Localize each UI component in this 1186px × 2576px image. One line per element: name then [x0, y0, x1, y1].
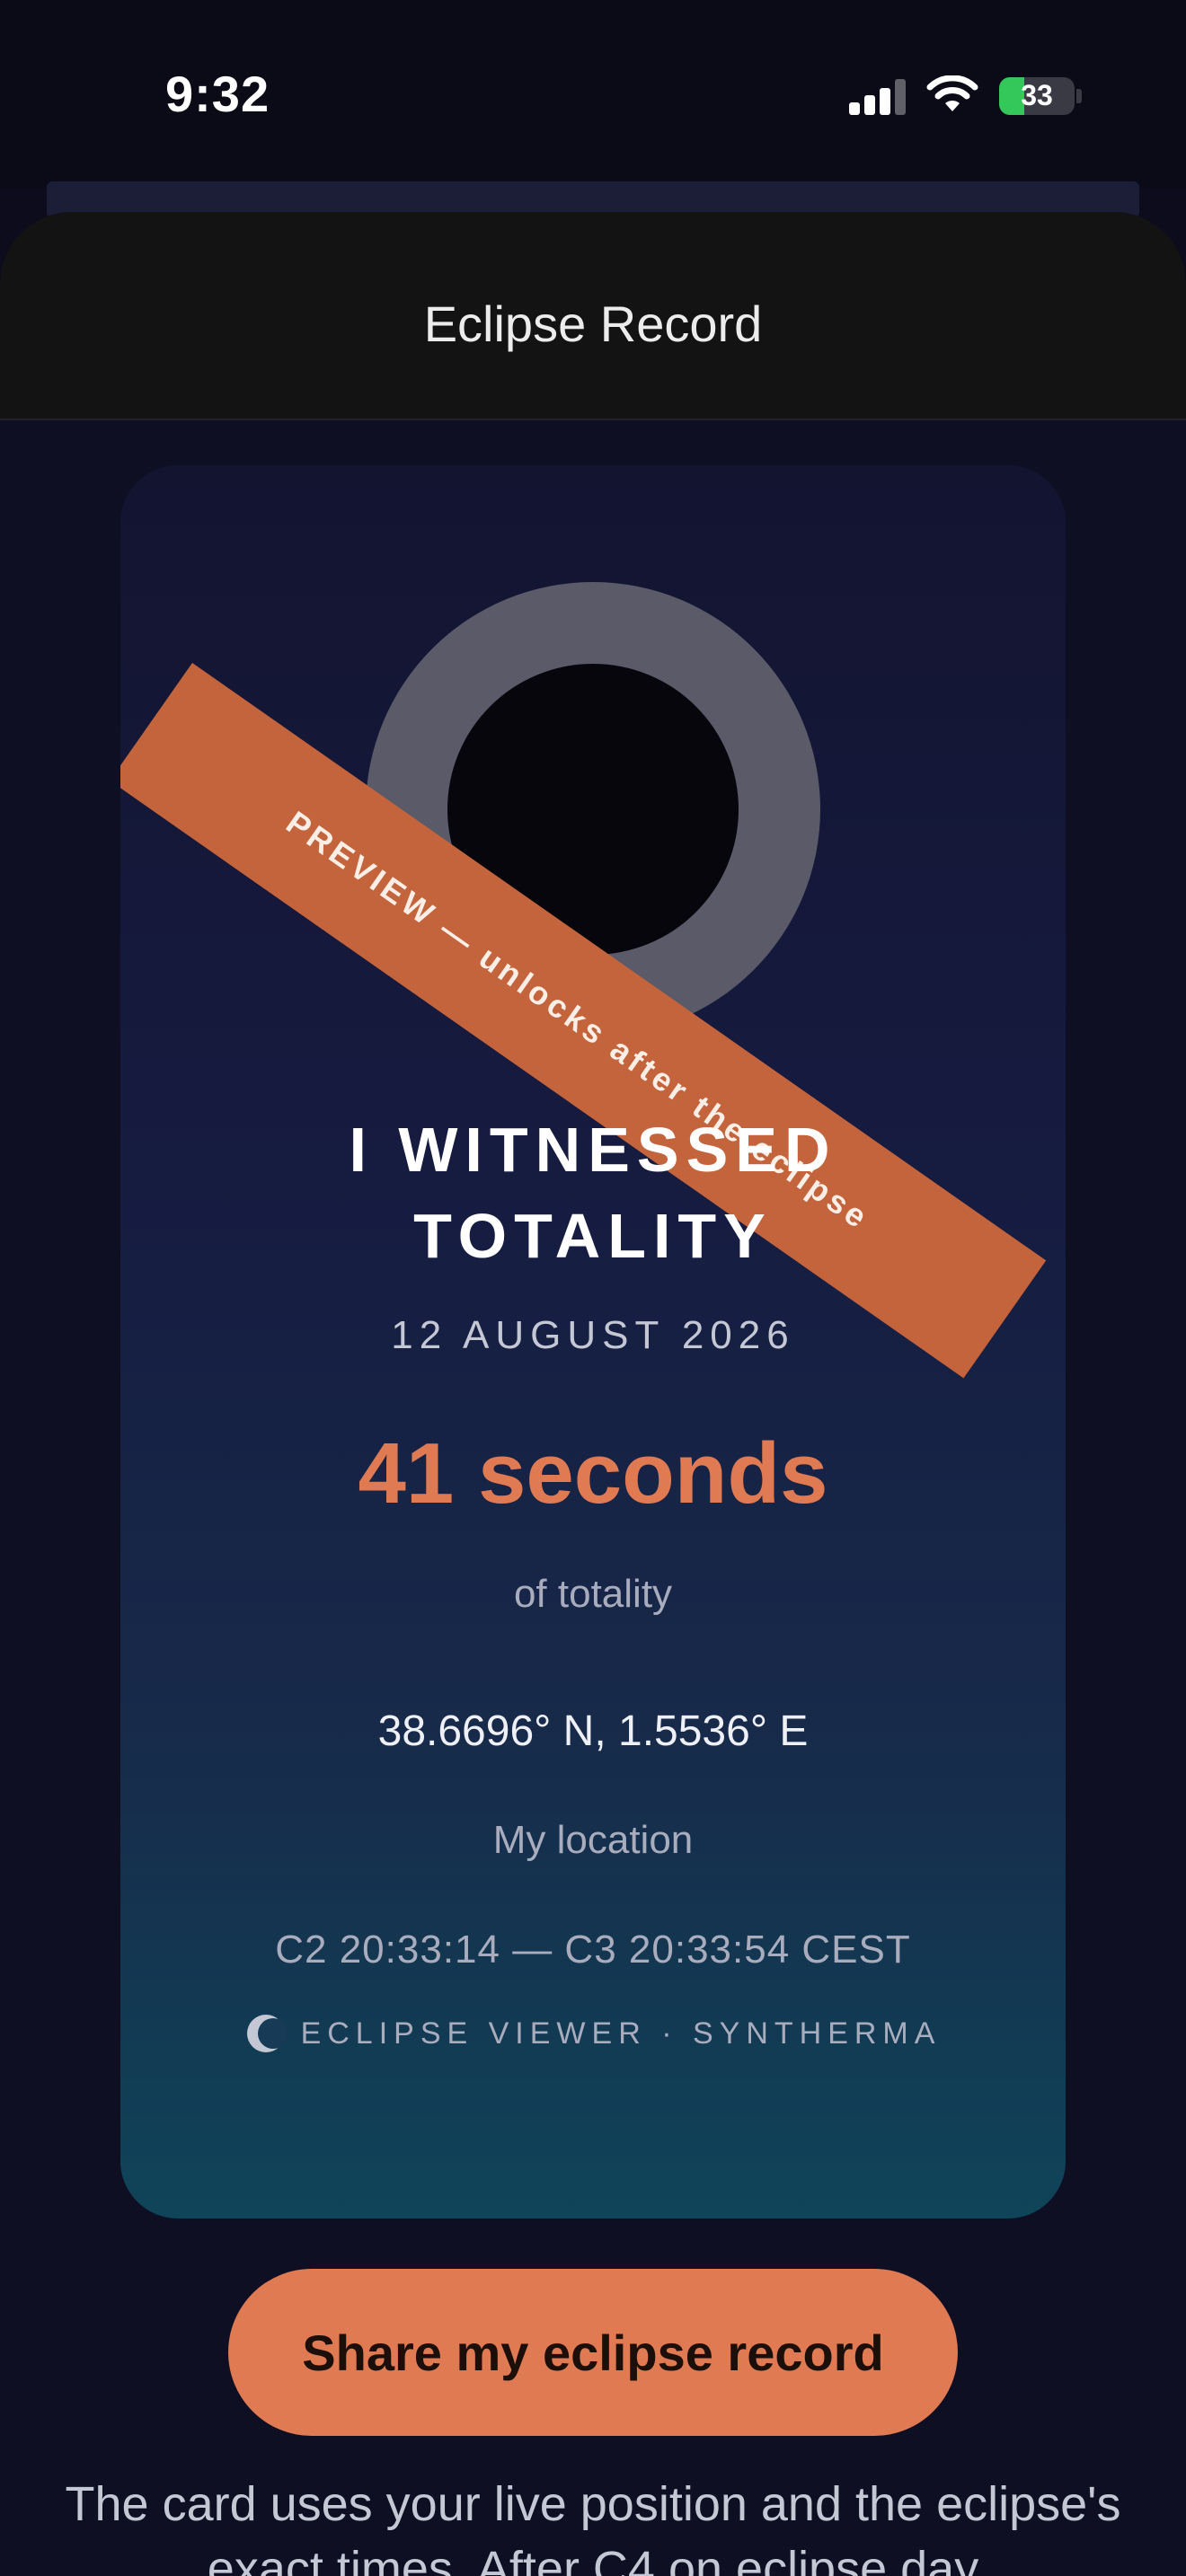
eclipse-logo-icon	[246, 2015, 287, 2052]
location-label: My location	[492, 1818, 694, 1862]
totality-duration-caption: of totality	[513, 1572, 673, 1616]
brand-text: ECLIPSE VIEWER · SYNTHERMA	[300, 2016, 942, 2051]
headline-line-2: TOTALITY	[413, 1201, 773, 1271]
card-footnote: The card uses your live position and the…	[65, 2477, 1121, 2576]
sheet-header: Eclipse Record	[0, 212, 1186, 420]
battery-icon: 33	[999, 77, 1075, 115]
totality-duration: 41 seconds	[358, 1425, 828, 1522]
card-headline: I WITNESSED TOTALITY	[120, 1107, 1066, 1279]
eclipse-date: 12 AUGUST 2026	[391, 1313, 795, 1357]
share-record-button[interactable]: Share my eclipse record	[228, 2269, 958, 2436]
wifi-icon	[926, 75, 978, 111]
location-coordinates: 38.6696° N, 1.5536° E	[377, 1707, 809, 1755]
headline-line-1: I WITNESSED	[349, 1115, 837, 1185]
contact-times: C2 20:33:14 — C3 20:33:54 CEST	[275, 1928, 911, 1972]
eclipse-record-card: PREVIEW — unlocks after the eclipse I WI…	[120, 465, 1066, 2219]
sheet-title: Eclipse Record	[423, 296, 763, 352]
battery-percent: 33	[1021, 79, 1053, 111]
brand-footer: ECLIPSE VIEWER · SYNTHERMA	[120, 2007, 1066, 2060]
eclipse-record-sheet: Eclipse Record PREVIEW — unlocks after t…	[0, 212, 1186, 2576]
status-bar: 9:32 33	[0, 0, 1186, 189]
battery-nub	[1076, 89, 1082, 103]
signal-icon	[849, 79, 907, 115]
status-time: 9:32	[165, 66, 270, 122]
